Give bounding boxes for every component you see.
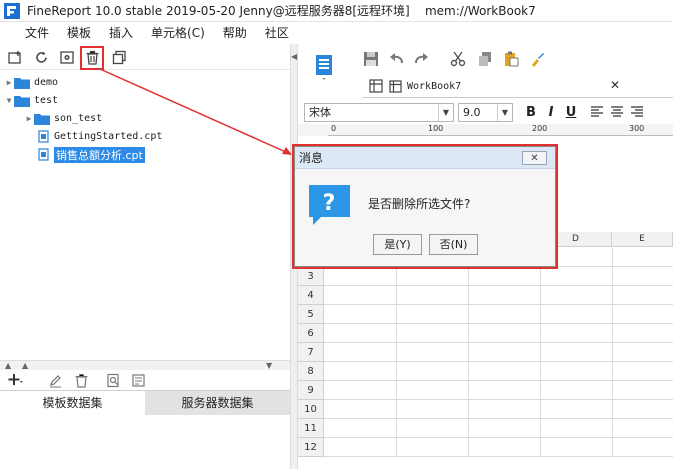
annotation-arrow <box>99 68 292 155</box>
